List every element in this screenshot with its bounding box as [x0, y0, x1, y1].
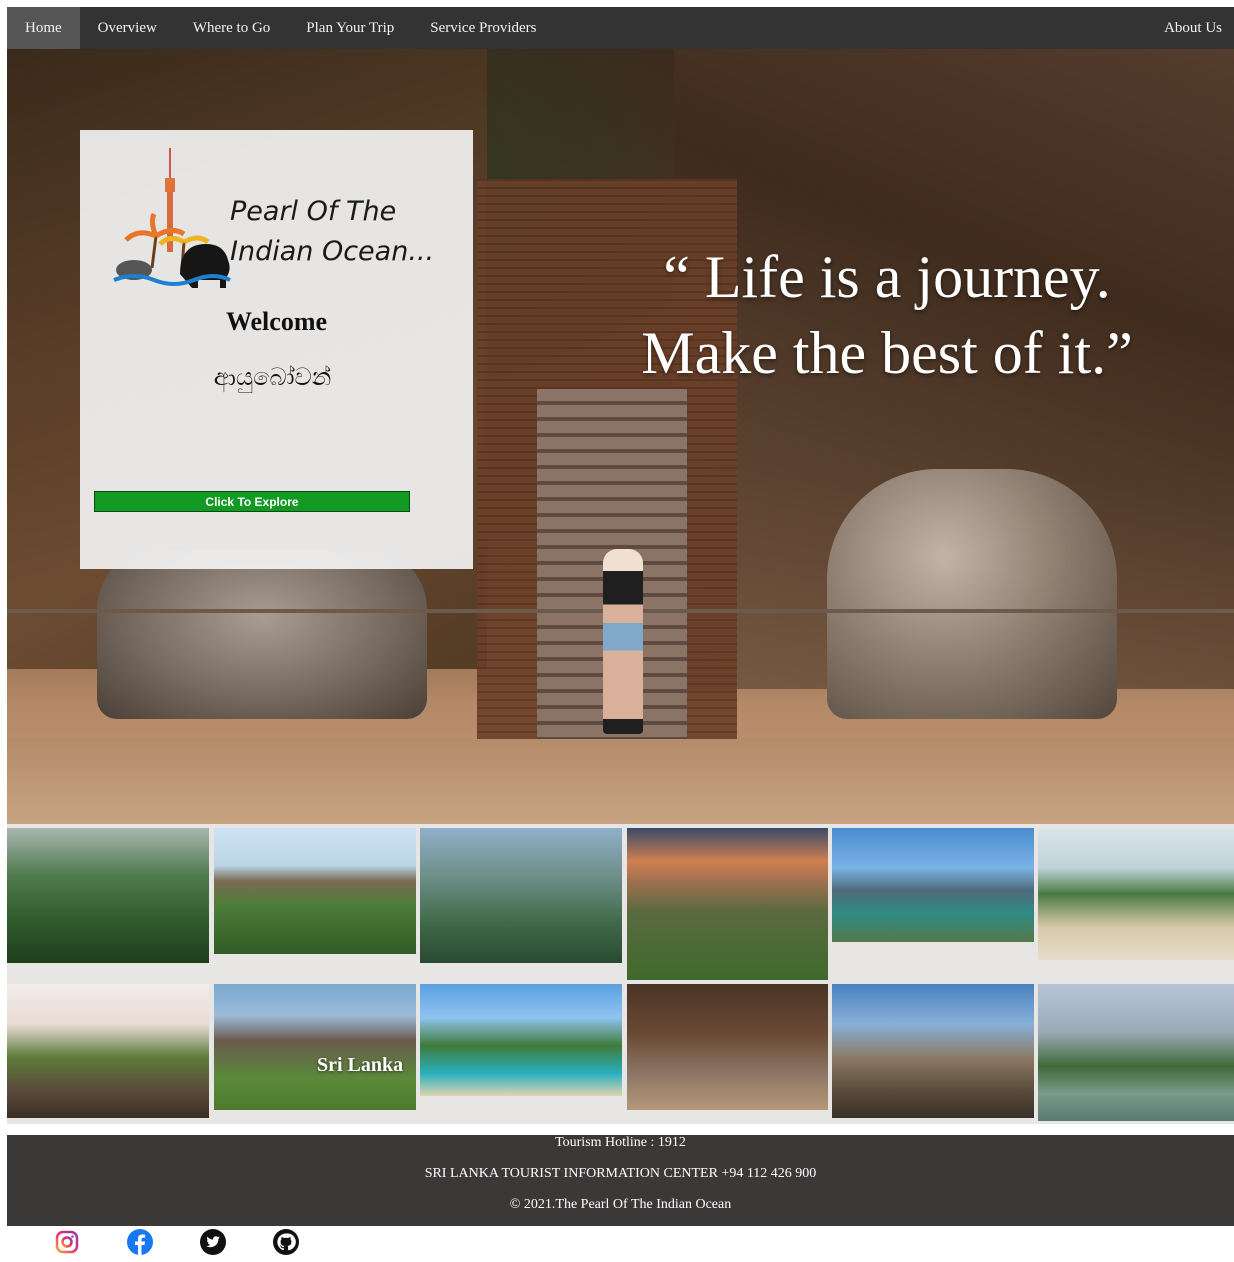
hero-ground	[7, 739, 1234, 824]
gallery-photo-elephant-sri-lanka[interactable]: Sri Lanka	[214, 984, 416, 1110]
hero-lion-paw-left	[97, 549, 427, 719]
instagram-icon[interactable]	[53, 1228, 81, 1256]
twitter-icon[interactable]	[199, 1228, 227, 1256]
explore-button[interactable]: Click To Explore	[94, 491, 410, 512]
gallery-photo-galle-lighthouse[interactable]	[1038, 984, 1234, 1121]
top-navigation: Home Overview Where to Go Plan Your Trip…	[7, 7, 1234, 49]
footer-hotline: Tourism Hotline : 1912	[555, 1135, 686, 1150]
gallery-photo-colombo-skyline[interactable]	[832, 828, 1034, 942]
nav-service-providers[interactable]: Service Providers	[412, 7, 554, 49]
nav-overview[interactable]: Overview	[80, 7, 175, 49]
social-links	[0, 1228, 400, 1260]
github-icon[interactable]	[272, 1228, 300, 1256]
gallery-photo-sigiriya-gardens[interactable]	[214, 828, 416, 954]
logo-line2: Indian Ocean...	[230, 236, 435, 267]
photo-gallery: Sri Lanka	[7, 824, 1234, 1124]
gallery-photo-hiker-on-rock[interactable]	[420, 828, 622, 963]
nav-about-us[interactable]: About Us	[1146, 7, 1234, 49]
gallery-photo-nine-arch-bridge[interactable]	[7, 828, 209, 963]
gallery-photo-elephants-sunset[interactable]	[627, 828, 828, 980]
gallery-photo-sigiriya-couple[interactable]	[7, 984, 209, 1118]
hero-lion-paw-right	[827, 469, 1117, 719]
hero-quote-line1: “ Life is a journey.	[663, 244, 1111, 310]
nav-home[interactable]: Home	[7, 7, 80, 49]
hero-quote: “ Life is a journey. Make the best of it…	[567, 239, 1207, 391]
gallery-photo-lion-rock-stairs[interactable]	[627, 984, 828, 1110]
hero-traveler	[603, 549, 643, 734]
welcome-card: Pearl Of The Indian Ocean... Welcome ආයු…	[80, 130, 473, 569]
gallery-photo-flag-beach[interactable]	[1038, 828, 1234, 960]
nav-plan-your-trip[interactable]: Plan Your Trip	[288, 7, 412, 49]
nav-where-to-go[interactable]: Where to Go	[175, 7, 288, 49]
site-logo-icon	[113, 148, 231, 288]
welcome-heading: Welcome	[225, 307, 328, 336]
gallery-photo-palm-beach[interactable]	[420, 984, 622, 1096]
gallery-overlay-label: Sri Lanka	[317, 1054, 404, 1076]
welcome-sinhala-text: ආයුබෝවන්	[213, 363, 332, 391]
facebook-icon[interactable]	[126, 1228, 154, 1256]
site-logo-text: Pearl Of The Indian Ocean...	[230, 192, 450, 272]
gallery-photo-buddha-statue[interactable]	[832, 984, 1034, 1118]
hero-quote-line2: Make the best of it.”	[641, 320, 1133, 386]
footer-info-center: SRI LANKA TOURIST INFORMATION CENTER +94…	[424, 1166, 817, 1181]
logo-line1: Pearl Of The	[230, 196, 397, 227]
footer-copyright: © 2021.The Pearl Of The Indian Ocean	[509, 1197, 732, 1212]
site-footer: Tourism Hotline : 1912 SRI LANKA TOURIST…	[7, 1135, 1234, 1226]
